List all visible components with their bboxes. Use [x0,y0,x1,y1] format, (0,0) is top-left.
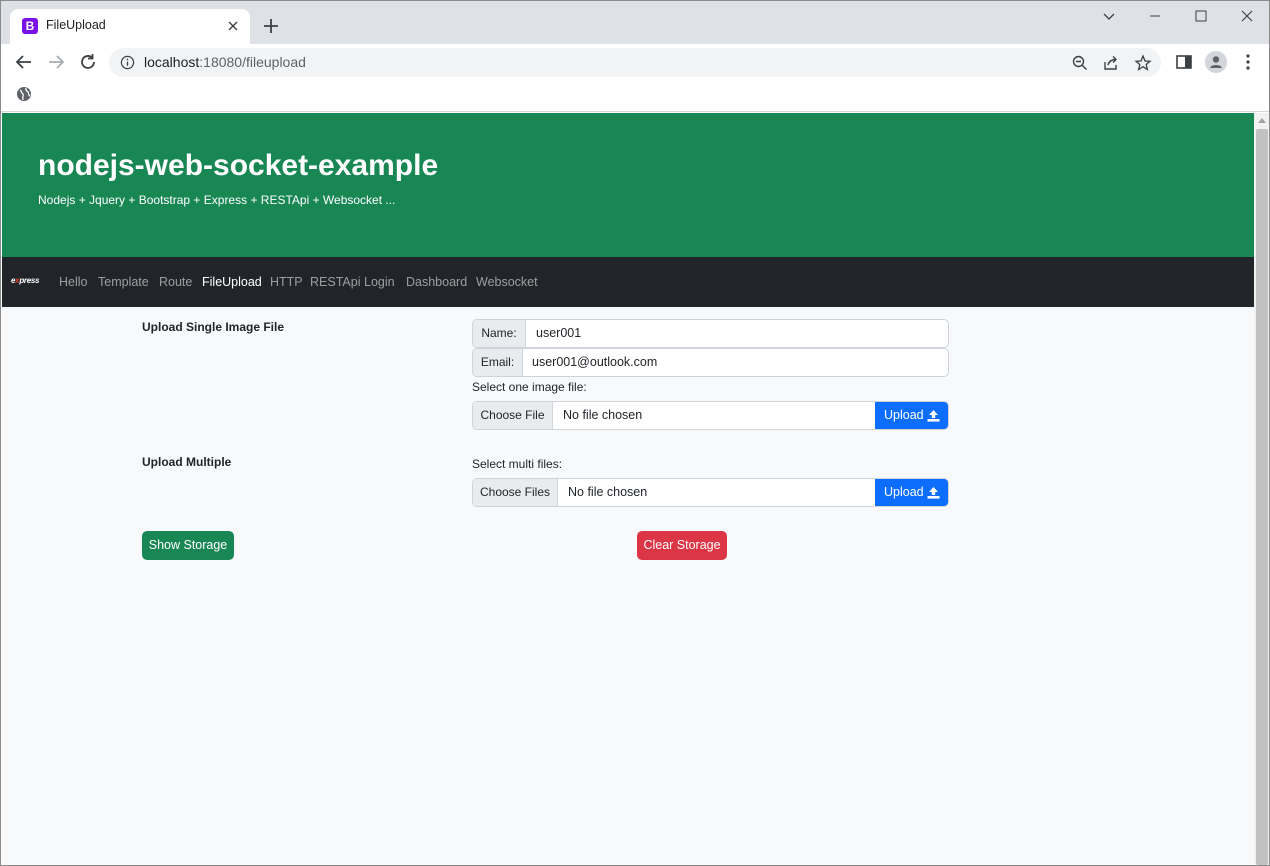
nav-link-template[interactable]: Template [98,275,149,289]
tab-search-button[interactable] [1086,1,1132,31]
back-arrow-icon[interactable] [13,51,35,73]
maximize-button[interactable] [1178,1,1224,31]
browser-tab[interactable]: B FileUpload [10,9,250,44]
email-addon: Email: [473,349,523,376]
multi-file-input-group: Choose Files No file chosen Upload [472,478,949,507]
choose-files-button[interactable]: Choose Files [473,479,558,506]
choose-file-button[interactable]: Choose File [473,402,553,429]
page-scrollbar[interactable] [1254,113,1269,865]
nav-link-restapi[interactable]: RESTApi [310,275,360,289]
hero-banner: nodejs-web-socket-example Nodejs + Jquer… [2,113,1254,257]
nav-link-http[interactable]: HTTP [270,275,303,289]
name-addon: Name: [473,320,526,347]
browser-toolbar: localhost:18080/fileupload [1,44,1269,80]
single-file-hint: Select one image file: [472,380,587,394]
upload-multiple-button[interactable]: Upload [875,479,948,506]
address-bar[interactable]: localhost:18080/fileupload [109,48,1161,77]
nav-link-fileupload[interactable]: FileUpload [202,275,262,289]
globe-bookmark-icon[interactable] [16,86,32,102]
url-text[interactable]: localhost:18080/fileupload [144,54,306,70]
side-panel-icon[interactable] [1174,52,1194,72]
profile-avatar-icon[interactable] [1205,51,1227,73]
tab-title: FileUpload [46,18,106,32]
bookmark-star-icon[interactable] [1134,54,1152,72]
upload-single-label: Upload [884,408,924,422]
upload-multiple-label: Upload [884,485,924,499]
nav-link-dashboard[interactable]: Dashboard [406,275,467,289]
more-menu-icon[interactable] [1238,52,1258,72]
brand-suffix: press [19,276,40,285]
minimize-button[interactable] [1132,1,1178,31]
page-title: nodejs-web-socket-example [38,149,439,182]
site-info-icon[interactable] [120,55,135,70]
nav-link-route[interactable]: Route [159,275,192,289]
email-field[interactable]: user001@outlook.com [532,349,657,376]
main-navbar: express Hello Template Route FileUpload … [2,257,1254,307]
page-subtitle: Nodejs + Jquery + Bootstrap + Express + … [38,193,396,207]
upload-single-button[interactable]: Upload [875,402,948,429]
single-upload-label: Upload Single Image File [142,320,285,334]
bootstrap-favicon-icon: B [22,18,38,34]
nav-link-websocket[interactable]: Websocket [476,275,538,289]
single-file-status: No file chosen [563,408,643,422]
share-icon[interactable] [1102,54,1120,72]
bookmarks-bar [1,80,1269,112]
minimize-icon [1150,15,1160,17]
url-path: :18080/fileupload [199,54,306,70]
page-viewport: nodejs-web-socket-example Nodejs + Jquer… [2,113,1254,865]
scroll-up-arrow-icon[interactable] [1258,117,1266,123]
upload-icon [927,487,940,499]
close-icon [1241,10,1253,22]
maximize-icon [1195,10,1207,22]
new-tab-icon[interactable] [261,16,281,36]
zoom-out-icon[interactable] [1071,54,1089,72]
multiple-upload-label: Upload Multiple [142,455,232,469]
tab-strip: B FileUpload [1,1,1269,44]
express-logo[interactable]: express [11,276,39,285]
name-input-group: Name: user001 [472,319,949,348]
chevron-down-icon [1103,13,1115,20]
upload-icon [927,410,940,422]
nav-link-login[interactable]: Login [364,275,395,289]
single-file-input-group: Choose File No file chosen Upload [472,401,949,430]
forward-arrow-icon[interactable] [45,51,67,73]
clear-storage-button[interactable]: Clear Storage [637,531,727,560]
close-window-button[interactable] [1224,1,1269,31]
multi-file-status: No file chosen [568,485,648,499]
multi-file-hint: Select multi files: [472,457,563,471]
scrollbar-thumb[interactable] [1256,129,1268,865]
url-host: localhost [144,54,200,70]
nav-link-hello[interactable]: Hello [59,275,88,289]
reload-icon[interactable] [77,51,99,73]
browser-window: B FileUpload localhost:18080/fileupload … [0,0,1270,866]
name-field[interactable]: user001 [536,320,581,347]
show-storage-button[interactable]: Show Storage [142,531,234,560]
email-input-group: Email: user001@outlook.com [472,348,949,377]
tab-close-icon[interactable] [224,17,242,35]
